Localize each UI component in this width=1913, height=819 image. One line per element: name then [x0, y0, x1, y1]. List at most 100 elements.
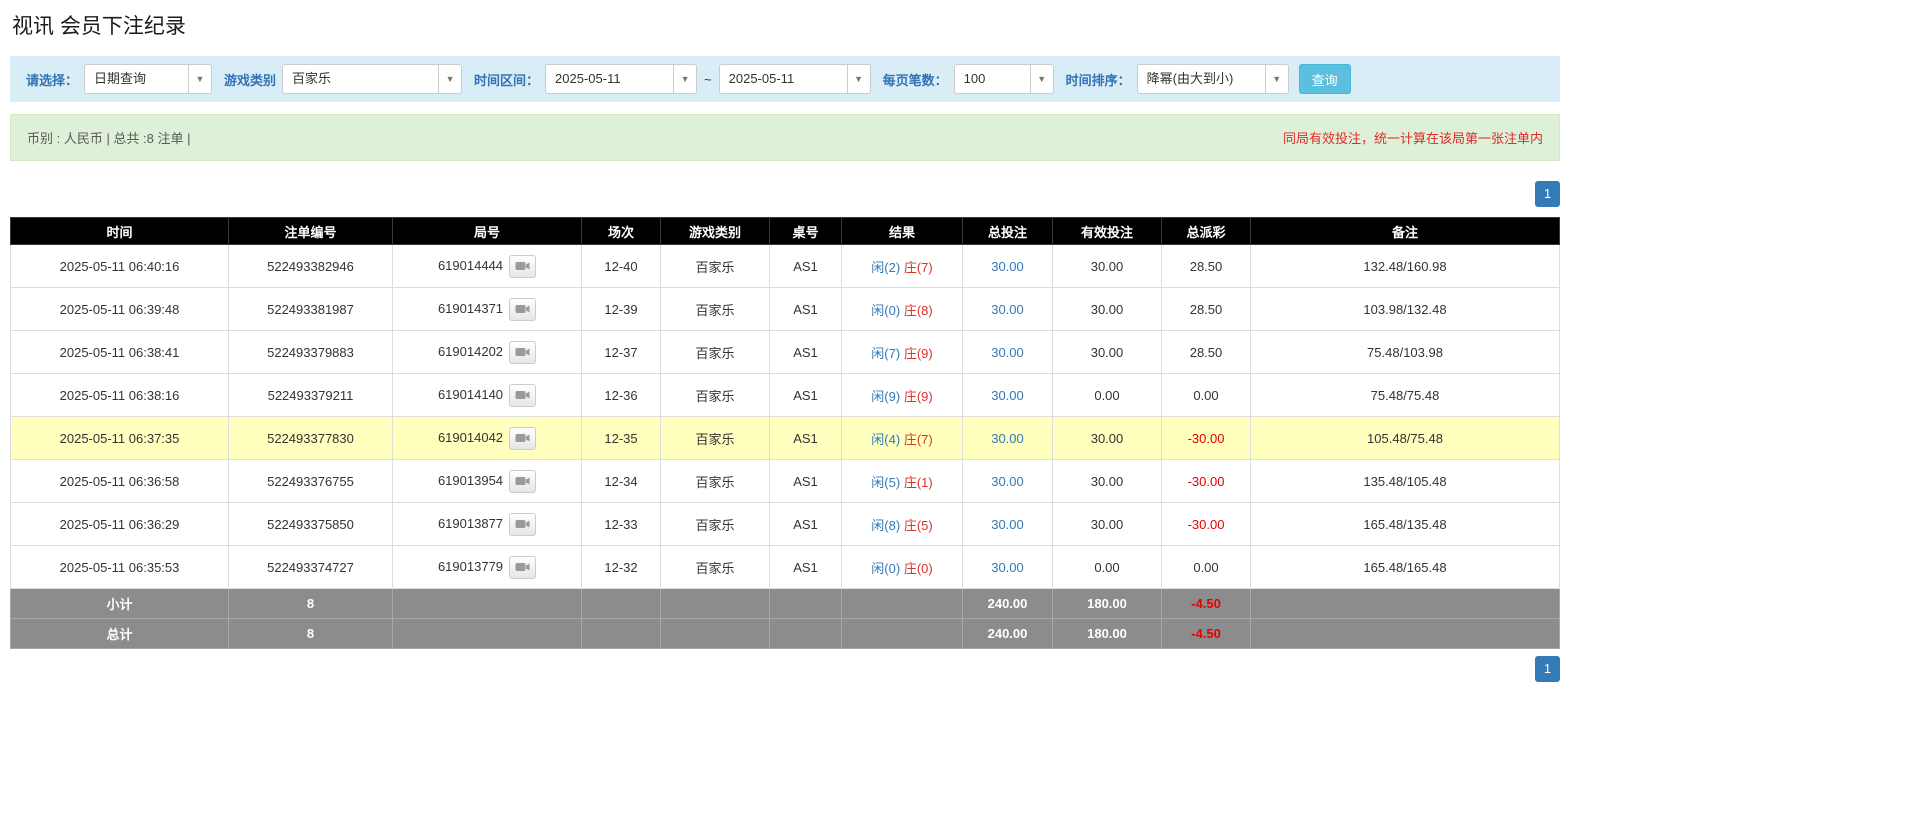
- valid-bet-cell: 30.00: [1053, 460, 1162, 503]
- session-cell: 12-32: [582, 546, 661, 589]
- result-cell: 闲(0) 庄(8): [842, 288, 963, 331]
- total-bet-link[interactable]: 30.00: [991, 302, 1024, 317]
- game-type-cell: 百家乐: [661, 460, 770, 503]
- game-type-value: 百家乐: [283, 65, 438, 93]
- header-result: 结果: [842, 218, 963, 245]
- round-id-cell: 619014202: [393, 331, 582, 374]
- remark-cell: 132.48/160.98: [1251, 245, 1560, 288]
- page-size-value: 100: [955, 65, 1030, 93]
- total-bet-link[interactable]: 30.00: [991, 259, 1024, 274]
- page-size-label: 每页笔数：: [883, 70, 948, 89]
- round-id-cell: 619014042: [393, 417, 582, 460]
- camera-icon: [515, 432, 530, 444]
- total-bet-link[interactable]: 30.00: [991, 388, 1024, 403]
- camera-button[interactable]: [509, 341, 536, 364]
- chevron-down-icon[interactable]: ▼: [673, 65, 696, 93]
- round-id-value: 619014202: [438, 343, 503, 358]
- game-type-cell: 百家乐: [661, 245, 770, 288]
- header-valid-bet: 有效投注: [1053, 218, 1162, 245]
- bet-id-cell: 522493375850: [229, 503, 393, 546]
- payout-cell: -30.00: [1162, 503, 1251, 546]
- time-cell: 2025-05-11 06:36:29: [11, 503, 229, 546]
- valid-bet-cell: 30.00: [1053, 503, 1162, 546]
- table-no-cell: AS1: [770, 245, 842, 288]
- camera-button[interactable]: [509, 384, 536, 407]
- banker-result: 庄(9): [904, 389, 933, 404]
- remark-cell: 135.48/105.48: [1251, 460, 1560, 503]
- round-id-value: 619014444: [438, 257, 503, 272]
- search-button[interactable]: 查询: [1299, 64, 1351, 94]
- camera-button[interactable]: [509, 298, 536, 321]
- banker-result: 庄(5): [904, 518, 933, 533]
- page-button[interactable]: 1: [1535, 656, 1560, 682]
- player-result: 闲(4): [871, 432, 900, 447]
- payout-cell: 0.00: [1162, 374, 1251, 417]
- banker-result: 庄(7): [904, 432, 933, 447]
- total-count: 8: [229, 619, 393, 649]
- game-type-cell: 百家乐: [661, 288, 770, 331]
- sort-order-label: 时间排序：: [1066, 70, 1131, 89]
- date-from-picker[interactable]: 2025-05-11 ▼: [545, 64, 697, 94]
- empty-cell: [661, 619, 770, 649]
- camera-button[interactable]: [509, 427, 536, 450]
- chevron-down-icon[interactable]: ▼: [1265, 65, 1288, 93]
- bet-id-cell: 522493381987: [229, 288, 393, 331]
- total-bet-link[interactable]: 30.00: [991, 560, 1024, 575]
- header-game-type: 游戏类别: [661, 218, 770, 245]
- camera-button[interactable]: [509, 513, 536, 536]
- header-time: 时间: [11, 218, 229, 245]
- header-round-id: 局号: [393, 218, 582, 245]
- table-row: 2025-05-11 06:40:16 522493382946 6190144…: [11, 245, 1560, 288]
- total-label: 总计: [11, 619, 229, 649]
- sort-order-select[interactable]: 降幂(由大到小) ▼: [1137, 64, 1289, 94]
- session-cell: 12-40: [582, 245, 661, 288]
- table-no-cell: AS1: [770, 331, 842, 374]
- page-size-select[interactable]: 100 ▼: [954, 64, 1054, 94]
- filter-bar: 请选择： 日期查询 ▼ 游戏类别 百家乐 ▼ 时间区间： 2025-05-11 …: [10, 56, 1560, 102]
- page-button[interactable]: 1: [1535, 181, 1560, 207]
- date-to-picker[interactable]: 2025-05-11 ▼: [719, 64, 871, 94]
- total-bet-link[interactable]: 30.00: [991, 517, 1024, 532]
- table-body: 2025-05-11 06:40:16 522493382946 6190144…: [11, 245, 1560, 589]
- subtotal-label: 小计: [11, 589, 229, 619]
- total-bet-cell: 30.00: [963, 460, 1053, 503]
- table-no-cell: AS1: [770, 288, 842, 331]
- empty-cell: [770, 589, 842, 619]
- chevron-down-icon[interactable]: ▼: [438, 65, 461, 93]
- subtotal-valid-bet: 180.00: [1053, 589, 1162, 619]
- query-type-select[interactable]: 日期查询 ▼: [84, 64, 212, 94]
- remark-cell: 75.48/103.98: [1251, 331, 1560, 374]
- empty-cell: [582, 619, 661, 649]
- camera-button[interactable]: [509, 470, 536, 493]
- game-type-select[interactable]: 百家乐 ▼: [282, 64, 462, 94]
- total-bet-link[interactable]: 30.00: [991, 474, 1024, 489]
- bet-id-cell: 522493382946: [229, 245, 393, 288]
- empty-cell: [842, 589, 963, 619]
- table-row: 2025-05-11 06:38:41 522493379883 6190142…: [11, 331, 1560, 374]
- pagination-bottom: 1: [10, 656, 1560, 682]
- round-id-cell: 619014140: [393, 374, 582, 417]
- camera-button[interactable]: [509, 255, 536, 278]
- total-bet-link[interactable]: 30.00: [991, 345, 1024, 360]
- result-cell: 闲(5) 庄(1): [842, 460, 963, 503]
- page-title: 视讯 会员下注纪录: [12, 10, 1560, 50]
- subtotal-payout: -4.50: [1162, 589, 1251, 619]
- camera-button[interactable]: [509, 556, 536, 579]
- remark-cell: 105.48/75.48: [1251, 417, 1560, 460]
- player-result: 闲(5): [871, 475, 900, 490]
- table-header-row: 时间 注单编号 局号 场次 游戏类别 桌号 结果 总投注 有效投注 总派彩 备注: [11, 218, 1560, 245]
- camera-icon: [515, 561, 530, 573]
- round-id-value: 619013877: [438, 515, 503, 530]
- round-id-cell: 619014444: [393, 245, 582, 288]
- chevron-down-icon[interactable]: ▼: [188, 65, 211, 93]
- valid-bet-cell: 0.00: [1053, 546, 1162, 589]
- total-bet-link[interactable]: 30.00: [991, 431, 1024, 446]
- remark-cell: 103.98/132.48: [1251, 288, 1560, 331]
- session-cell: 12-33: [582, 503, 661, 546]
- round-id-value: 619013779: [438, 558, 503, 573]
- chevron-down-icon[interactable]: ▼: [1030, 65, 1053, 93]
- chevron-down-icon[interactable]: ▼: [847, 65, 870, 93]
- valid-bet-cell: 30.00: [1053, 331, 1162, 374]
- time-range-label: 时间区间：: [474, 70, 539, 89]
- banker-result: 庄(8): [904, 303, 933, 318]
